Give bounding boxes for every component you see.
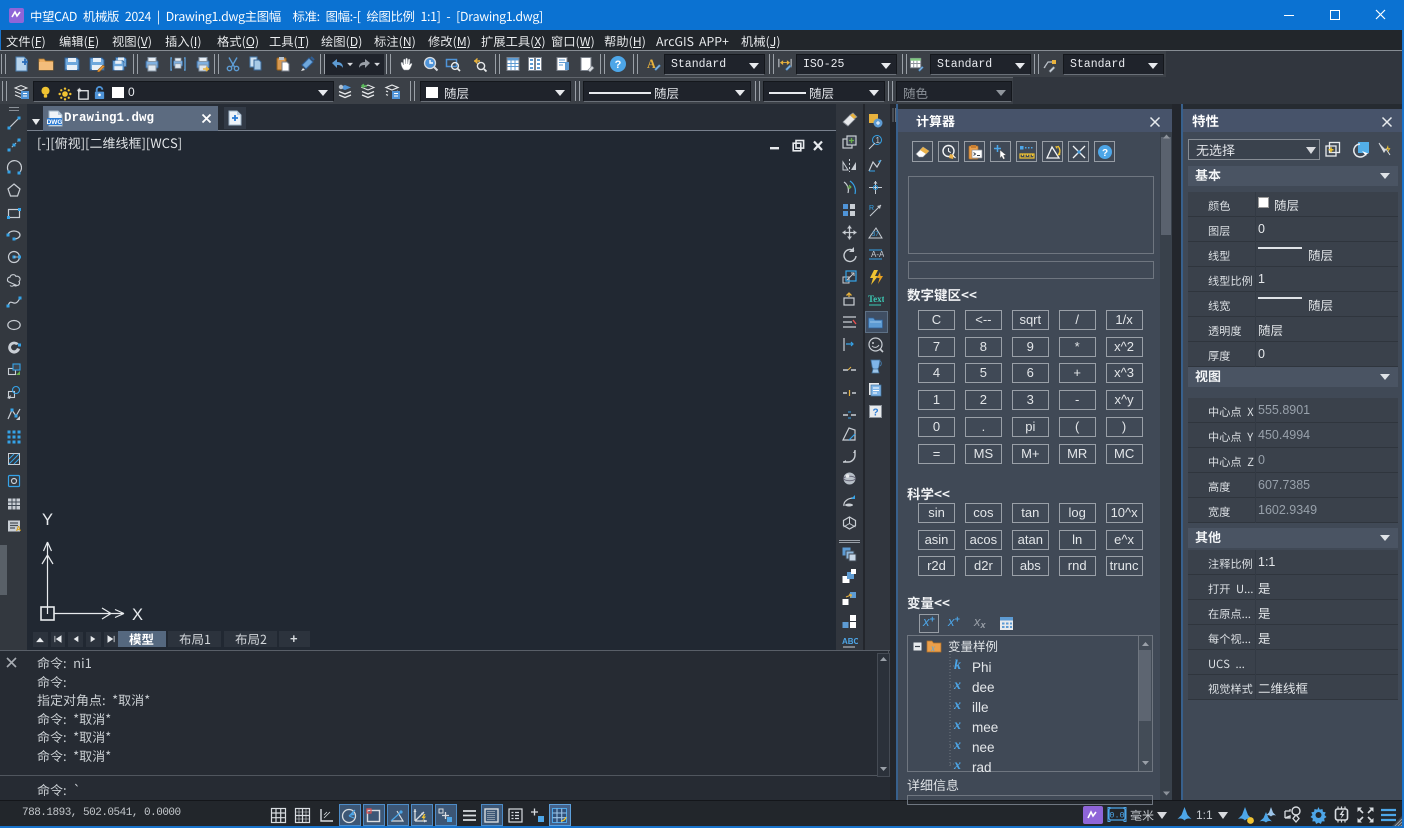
svg-text:DWG: DWG — [47, 119, 62, 126]
svg-text:X: X — [132, 606, 143, 624]
svg-text:Y: Y — [42, 511, 53, 529]
